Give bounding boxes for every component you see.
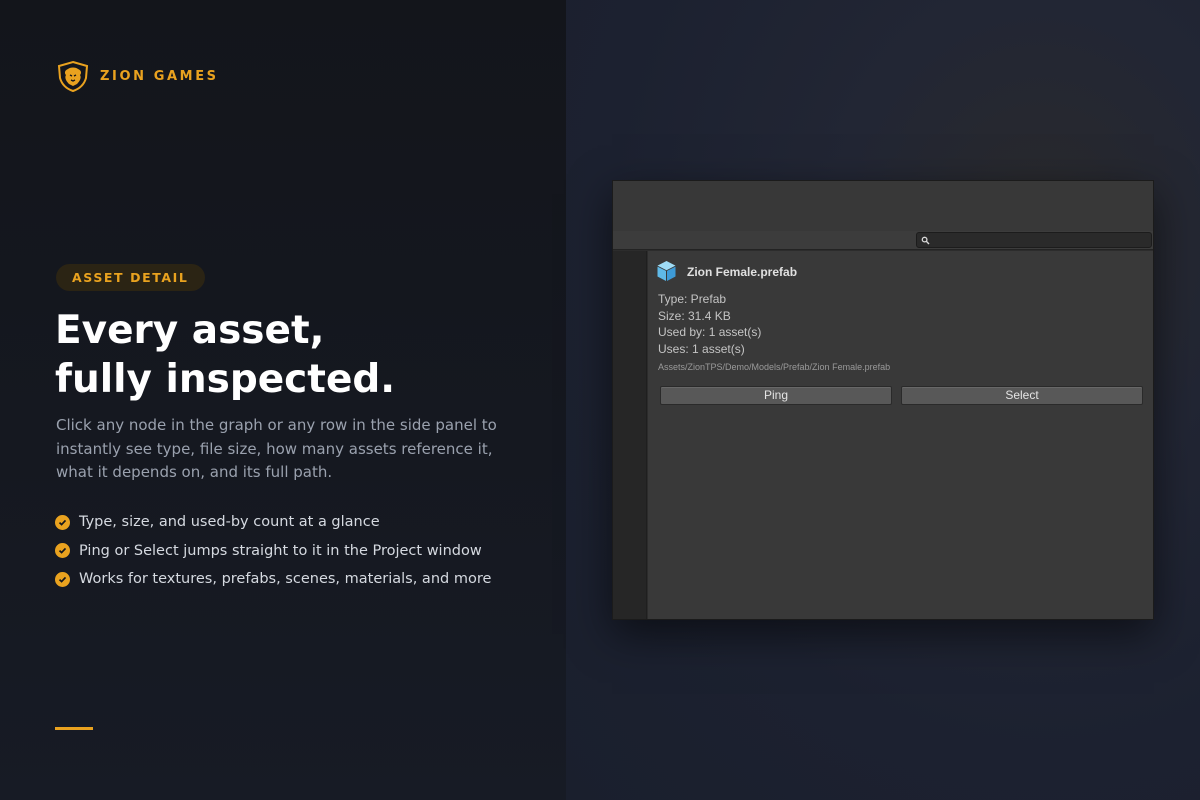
asset-used-by: Used by: 1 asset(s) — [658, 325, 762, 339]
brand-name: ZION GAMES — [100, 68, 219, 84]
check-circle-icon — [55, 543, 70, 559]
asset-path: Assets/ZionTPS/Demo/Models/Prefab/Zion F… — [658, 362, 891, 372]
prefab-cube-icon — [657, 261, 676, 281]
ping-button[interactable]: Ping — [660, 386, 892, 405]
check-circle-icon — [55, 571, 70, 587]
feature-text: Works for textures, prefabs, scenes, mat… — [79, 571, 492, 588]
brand: ZION GAMES — [56, 60, 219, 92]
description: Click any node in the graph or any row i… — [56, 416, 497, 481]
feature-item: Works for textures, prefabs, scenes, mat… — [55, 565, 491, 594]
feature-list: Type, size, and used-by count at a glanc… — [55, 508, 491, 594]
headline: Every asset, fully inspected. — [55, 306, 395, 404]
asset-detail-panel: Zion Female.prefab Type: Prefab Size: 31… — [648, 251, 1153, 619]
lion-shield-icon — [57, 60, 89, 92]
section-badge: ASSET DETAIL — [56, 264, 205, 291]
asset-info: Type: Prefab Size: 31.4 KB Used by: 1 as… — [658, 291, 761, 357]
headline-line-1: Every asset, — [55, 308, 325, 353]
side-strip — [613, 251, 647, 619]
feature-item: Type, size, and used-by count at a glanc… — [55, 508, 491, 537]
headline-line-2: fully inspected. — [55, 357, 396, 402]
feature-item: Ping or Select jumps straight to it in t… — [55, 537, 491, 566]
search-icon — [921, 236, 930, 245]
asset-type: Type: Prefab — [658, 292, 727, 306]
asset-uses: Uses: 1 asset(s) — [658, 341, 745, 356]
editor-window: Zion Female.prefab Type: Prefab Size: 31… — [612, 180, 1154, 620]
search-field[interactable] — [916, 232, 1152, 248]
editor-header-area — [613, 181, 1153, 231]
select-button[interactable]: Select — [901, 386, 1143, 405]
check-circle-icon — [55, 514, 70, 530]
asset-size: Size: 31.4 KB — [658, 308, 731, 323]
feature-text: Ping or Select jumps straight to it in t… — [79, 542, 482, 559]
accent-divider — [55, 727, 93, 730]
feature-text: Type, size, and used-by count at a glanc… — [79, 514, 380, 531]
asset-name: Zion Female.prefab — [687, 265, 798, 279]
